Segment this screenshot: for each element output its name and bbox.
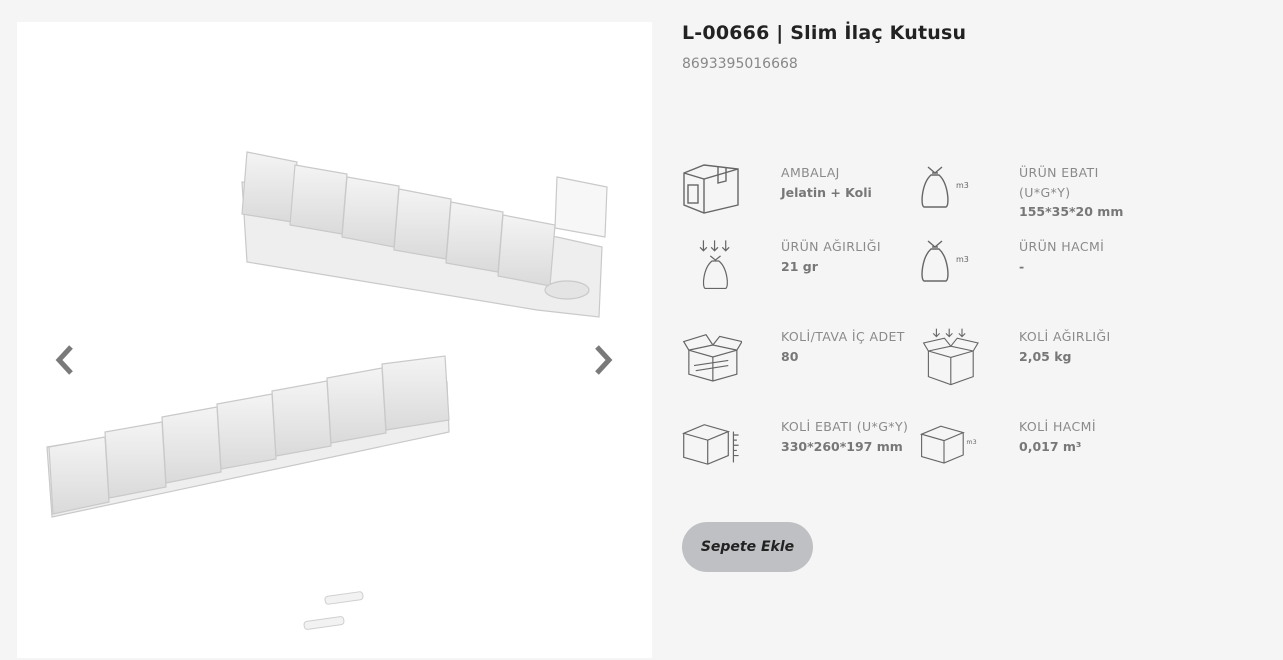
spec-value: 0,017 m³	[1019, 438, 1082, 454]
spec-box-quantity: KOLİ/TAVA İÇ ADET 80	[682, 327, 912, 397]
product-barcode: 8693395016668	[682, 56, 798, 72]
svg-text:m3: m3	[956, 181, 969, 190]
spec-value: 155*35*20 mm	[1019, 204, 1124, 219]
spec-value: 21 gr	[781, 258, 818, 274]
product-image	[46, 151, 608, 630]
spec-packaging: AMBALAJ Jelatin + Koli	[682, 163, 912, 233]
svg-text:m3: m3	[956, 255, 969, 264]
spec-value: 80	[781, 348, 799, 364]
spec-label: KOLİ AĞIRLIĞI	[1019, 329, 1111, 344]
open-box-icon	[682, 334, 742, 382]
spec-box-volume: m3 KOLİ HACMİ 0,017 m³	[920, 417, 1150, 487]
box-volume-icon: m3	[920, 425, 977, 464]
spec-box-dimensions: KOLİ EBATI (U*G*Y) 330*260*197 mm	[682, 417, 912, 487]
spec-value: 330*260*197 mm	[781, 438, 903, 454]
spec-label: ÜRÜN HACMİ	[1019, 239, 1105, 254]
spec-label: ÜRÜN AĞIRLIĞI	[781, 239, 881, 254]
spec-label: KOLİ EBATI (U*G*Y)	[781, 419, 909, 434]
spec-value: 2,05 kg	[1019, 348, 1072, 364]
chevron-right-icon	[595, 345, 613, 375]
spec-value: Jelatin + Koli	[781, 184, 872, 200]
spec-label: KOLİ HACMİ	[1019, 419, 1096, 434]
add-to-cart-button[interactable]: Sepete Ekle	[682, 522, 813, 572]
bag-volume-icon: m3	[921, 240, 969, 282]
spec-product-weight: ÜRÜN AĞIRLIĞI 21 gr	[682, 237, 912, 307]
product-title: L-00666 | Slim İlaç Kutusu	[682, 22, 967, 44]
bag-volume-icon: m3	[921, 166, 969, 208]
chevron-left-icon	[55, 345, 73, 375]
box-dimensions-icon	[682, 424, 739, 465]
spec-label: KOLİ/TAVA İÇ ADET	[781, 329, 905, 344]
spec-label: AMBALAJ	[781, 165, 840, 180]
spec-label: ÜRÜN EBATI (U*G*Y)	[1019, 165, 1099, 200]
box-weight-icon	[922, 328, 979, 386]
bag-weight-icon	[699, 240, 730, 290]
spec-product-volume: m3 ÜRÜN HACMİ -	[920, 237, 1150, 307]
spec-box-weight: KOLİ AĞIRLIĞI 2,05 kg	[920, 327, 1150, 397]
spec-value: -	[1019, 258, 1025, 274]
product-image-gallery	[17, 22, 652, 658]
package-icon	[683, 164, 739, 214]
spec-product-dimensions: m3 ÜRÜN EBATI (U*G*Y) 155*35*20 mm	[920, 163, 1150, 233]
previous-image-button[interactable]	[49, 340, 79, 380]
next-image-button[interactable]	[589, 340, 619, 380]
svg-text:m3: m3	[966, 438, 976, 446]
